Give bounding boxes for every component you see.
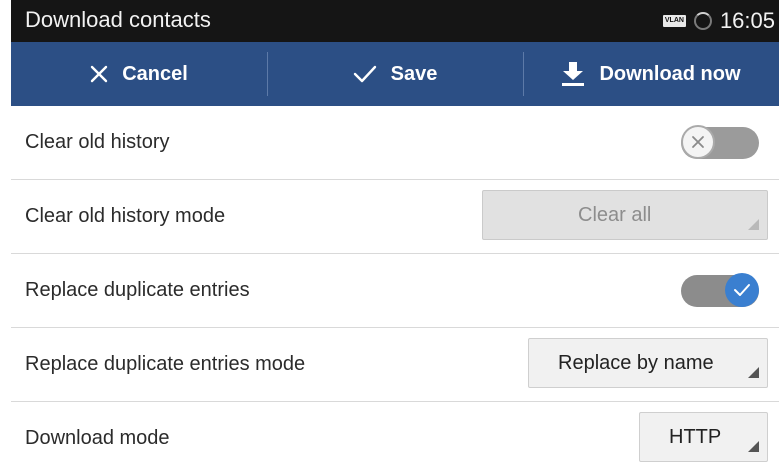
check-icon [353,65,376,83]
action-bar: Cancel Save Download now [11,42,779,106]
settings-list: Clear old history Clear old history mode… [11,106,779,475]
download-mode-select[interactable]: HTTP [639,412,768,462]
save-button[interactable]: Save [267,42,523,106]
dropdown-triangle-icon [748,219,759,230]
clear-old-history-toggle[interactable] [681,123,759,161]
save-label: Save [390,62,438,85]
cancel-button[interactable]: Cancel [11,42,267,106]
setting-row-clear-old-history-mode: Clear old history mode Clear all [11,180,779,254]
clear-old-history-mode-select[interactable]: Clear all [482,190,768,240]
app-window: Download contacts VLAN 16:05 Cancel Save [11,0,779,474]
setting-row-replace-duplicate-entries-mode: Replace duplicate entries mode Replace b… [11,328,779,402]
cancel-label: Cancel [122,62,188,85]
check-icon [734,284,750,296]
download-now-button[interactable]: Download now [523,42,779,106]
close-icon [91,65,108,83]
toggle-knob [681,125,715,159]
setting-label: Clear old history [25,131,170,153]
clock: 16:05 [719,8,775,33]
setting-label: Download mode [25,427,170,449]
setting-label: Replace duplicate entries [25,279,250,301]
vlan-icon: VLAN [662,15,686,27]
dropdown-triangle-icon [748,367,759,378]
sync-spinner-icon [693,12,712,30]
status-indicators: VLAN 16:05 [662,8,775,34]
select-value: Clear all [578,203,652,226]
select-value: Replace by name [558,351,714,374]
window-title: Download contacts [25,7,211,32]
toggle-knob [725,273,759,307]
download-now-label: Download now [599,62,741,85]
setting-row-clear-old-history: Clear old history [11,106,779,180]
replace-duplicate-entries-toggle[interactable] [681,271,759,309]
download-icon [562,62,585,86]
select-value: HTTP [669,425,722,448]
dropdown-triangle-icon [748,441,759,452]
setting-label: Clear old history mode [25,205,226,227]
setting-label: Replace duplicate entries mode [25,353,306,375]
setting-row-download-mode: Download mode HTTP [11,402,779,475]
status-bar: Download contacts VLAN 16:05 [11,0,779,42]
setting-row-replace-duplicate-entries: Replace duplicate entries [11,254,779,328]
close-icon [692,136,704,148]
replace-duplicate-entries-mode-select[interactable]: Replace by name [528,338,768,388]
